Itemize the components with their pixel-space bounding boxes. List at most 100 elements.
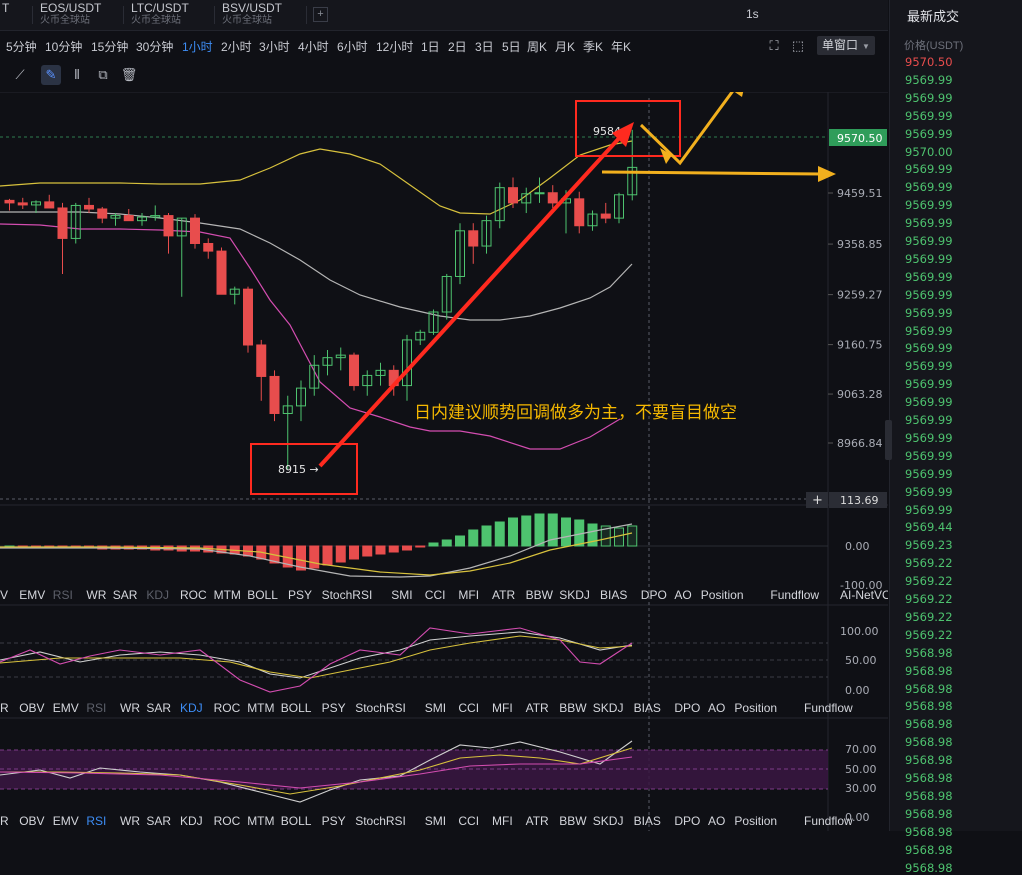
indicator-tab-r[interactable]: R xyxy=(0,814,9,828)
indicator-tab-cci[interactable]: CCI xyxy=(458,814,479,828)
indicator-tab-skdj[interactable]: SKDJ xyxy=(593,701,624,715)
interval-14[interactable]: 周K xyxy=(527,38,547,55)
interval-1[interactable]: 10分钟 xyxy=(45,38,82,55)
screenshot-icon[interactable]: ⬚ xyxy=(788,36,808,56)
interval-7[interactable]: 4小时 xyxy=(298,38,329,55)
interval-11[interactable]: 2日 xyxy=(448,38,467,55)
interval-2[interactable]: 15分钟 xyxy=(91,38,128,55)
symbol-tab-0[interactable]: T xyxy=(2,2,9,15)
interval-12[interactable]: 3日 xyxy=(475,38,494,55)
indicator-tab-position[interactable]: Position xyxy=(701,588,744,602)
indicator-tab-skdj[interactable]: SKDJ xyxy=(559,588,590,602)
indicator-tab-sar[interactable]: SAR xyxy=(113,588,138,602)
pencil-icon[interactable]: ✎ xyxy=(41,65,61,85)
indicator-tab-dpo[interactable]: DPO xyxy=(641,588,667,602)
indicator-tab-mtm[interactable]: MTM xyxy=(214,588,241,602)
draw-line-icon[interactable]: ⟋ xyxy=(10,65,30,85)
indicator-tab-wr[interactable]: WR xyxy=(120,814,140,828)
indicator-tab-wr[interactable]: WR xyxy=(86,588,106,602)
indicator-tab-boll[interactable]: BOLL xyxy=(281,701,312,715)
window-mode-select[interactable]: 单窗口 ▼ xyxy=(817,36,875,55)
indicator-tab-stochrsi[interactable]: StochRSI xyxy=(322,588,373,602)
indicator-tab-rsi[interactable]: RSI xyxy=(53,588,73,602)
indicator-tab-mtm[interactable]: MTM xyxy=(247,701,274,715)
indicator-tab-bias[interactable]: BIAS xyxy=(600,588,627,602)
indicator-tab-bbw[interactable]: BBW xyxy=(526,588,554,602)
indicator-tab-psy[interactable]: PSY xyxy=(322,701,346,715)
indicator-tab-rsi[interactable]: RSI xyxy=(86,814,106,828)
indicator-tab-bbw[interactable]: BBW xyxy=(559,814,587,828)
interval-8[interactable]: 6小时 xyxy=(337,38,368,55)
indicator-tab-kdj[interactable]: KDJ xyxy=(180,814,203,828)
indicator-tab-kdj[interactable]: KDJ xyxy=(180,701,203,715)
indicator-tab-emv[interactable]: EMV xyxy=(53,814,79,828)
indicator-tab-ai-netvol[interactable]: AI-NetVOL xyxy=(840,588,888,602)
indicator-tab-smi[interactable]: SMI xyxy=(425,814,446,828)
kline-chart[interactable]: 9459.51 9358.85 9259.27 9160.75 9063.28 8966.… xyxy=(0,92,888,831)
indicator-tab-boll[interactable]: BOLL xyxy=(247,588,278,602)
indicator-tab-mfi[interactable]: MFI xyxy=(492,814,513,828)
indicator-tab-boll[interactable]: BOLL xyxy=(281,814,312,828)
realtime-button[interactable]: 1s xyxy=(746,7,759,21)
interval-9[interactable]: 12小时 xyxy=(376,38,413,55)
interval-13[interactable]: 5日 xyxy=(502,38,521,55)
candle-settings-icon[interactable]: ⫴ xyxy=(67,65,87,85)
indicator-tab-wr[interactable]: WR xyxy=(120,701,140,715)
indicator-tab-psy[interactable]: PSY xyxy=(322,814,346,828)
indicator-tab-cci[interactable]: CCI xyxy=(458,701,479,715)
interval-4[interactable]: 1小时 xyxy=(182,38,213,55)
indicator-tab-obv[interactable]: OBV xyxy=(19,701,44,715)
indicator-tab-mtm[interactable]: MTM xyxy=(247,814,274,828)
indicator-tab-ao[interactable]: AO xyxy=(674,588,691,602)
interval-17[interactable]: 年K xyxy=(611,38,631,55)
indicator-tab-cci[interactable]: CCI xyxy=(425,588,446,602)
interval-6[interactable]: 3小时 xyxy=(259,38,290,55)
indicator-tab-roc[interactable]: ROC xyxy=(214,814,241,828)
indicator-tab-stochrsi[interactable]: StochRSI xyxy=(355,814,406,828)
indicator-tab-mfi[interactable]: MFI xyxy=(458,588,479,602)
indicator-tab-bias[interactable]: BIAS xyxy=(634,701,661,715)
indicator-tab-emv[interactable]: EMV xyxy=(53,701,79,715)
indicator-tab-position[interactable]: Position xyxy=(734,814,777,828)
indicator-tab-dpo[interactable]: DPO xyxy=(674,814,700,828)
indicator-tab-v[interactable]: V xyxy=(0,588,8,602)
indicator-tab-fundflow[interactable]: Fundflow xyxy=(804,701,853,715)
interval-0[interactable]: 5分钟 xyxy=(6,38,37,55)
panel-collapse-handle[interactable] xyxy=(885,420,892,460)
copy-icon[interactable]: ⧉ xyxy=(93,65,113,85)
indicator-tab-kdj[interactable]: KDJ xyxy=(146,588,169,602)
symbol-tab-3[interactable]: BSV/USDT 火币全球站 xyxy=(222,2,282,27)
indicator-tab-mfi[interactable]: MFI xyxy=(492,701,513,715)
indicator-tab-skdj[interactable]: SKDJ xyxy=(593,814,624,828)
trash-icon[interactable]: 🗑 xyxy=(119,65,139,85)
interval-5[interactable]: 2小时 xyxy=(221,38,252,55)
indicator-tab-fundflow[interactable]: Fundflow xyxy=(770,588,819,602)
indicator-tab-bias[interactable]: BIAS xyxy=(634,814,661,828)
indicator-tab-roc[interactable]: ROC xyxy=(180,588,207,602)
indicator-tab-emv[interactable]: EMV xyxy=(19,588,45,602)
add-tab-button[interactable]: + xyxy=(313,7,328,22)
indicator-tab-r[interactable]: R xyxy=(0,701,9,715)
interval-3[interactable]: 30分钟 xyxy=(136,38,173,55)
indicator-tab-obv[interactable]: OBV xyxy=(19,814,44,828)
indicator-tab-atr[interactable]: ATR xyxy=(526,814,549,828)
symbol-tab-2[interactable]: LTC/USDT 火币全球站 xyxy=(131,2,189,27)
indicator-tab-stochrsi[interactable]: StochRSI xyxy=(355,701,406,715)
interval-10[interactable]: 1日 xyxy=(421,38,440,55)
indicator-tab-psy[interactable]: PSY xyxy=(288,588,312,602)
symbol-tab-1[interactable]: EOS/USDT 火币全球站 xyxy=(40,2,101,27)
interval-15[interactable]: 月K xyxy=(555,38,575,55)
indicator-tab-rsi[interactable]: RSI xyxy=(86,701,106,715)
indicator-tab-roc[interactable]: ROC xyxy=(214,701,241,715)
indicator-tab-smi[interactable]: SMI xyxy=(425,701,446,715)
indicator-tab-sar[interactable]: SAR xyxy=(146,701,171,715)
indicator-tab-ao[interactable]: AO xyxy=(708,701,725,715)
fullscreen-icon[interactable]: ⛶ xyxy=(764,36,784,56)
indicator-tab-smi[interactable]: SMI xyxy=(391,588,412,602)
indicator-tab-bbw[interactable]: BBW xyxy=(559,701,587,715)
indicator-tab-dpo[interactable]: DPO xyxy=(674,701,700,715)
interval-16[interactable]: 季K xyxy=(583,38,603,55)
indicator-tab-ao[interactable]: AO xyxy=(708,814,725,828)
indicator-tab-atr[interactable]: ATR xyxy=(526,701,549,715)
indicator-tab-atr[interactable]: ATR xyxy=(492,588,515,602)
